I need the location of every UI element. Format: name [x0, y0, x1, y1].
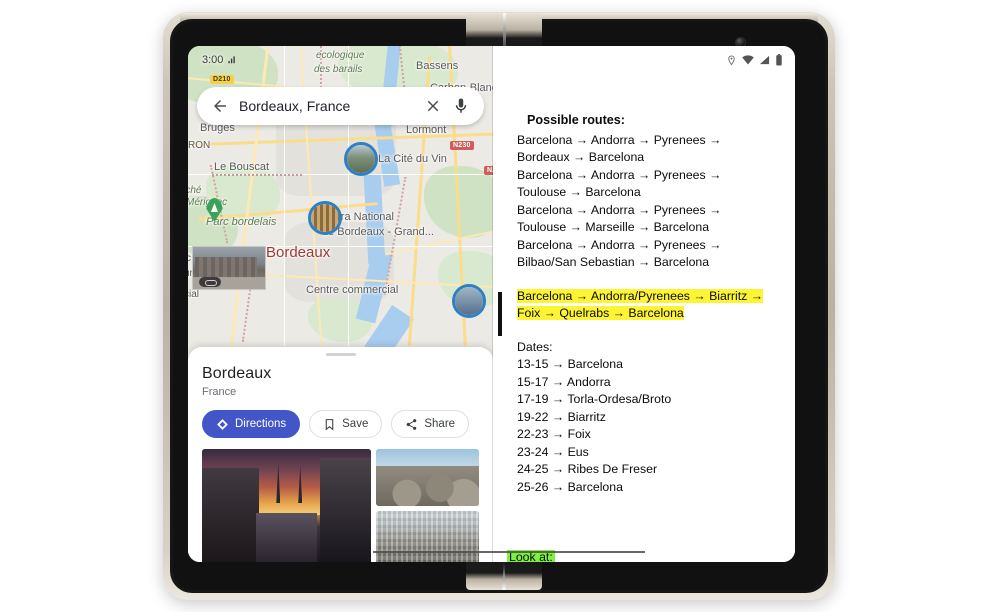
- highlighted-route-line: Foix → Quelrabs → Barcelona: [517, 305, 785, 323]
- map-label: rché: [188, 185, 202, 196]
- screenshot-root: ecologique des barails Bassens Carbon-Bl…: [0, 0, 997, 612]
- share-button[interactable]: Share: [391, 410, 470, 438]
- map-search-bar[interactable]: Bordeaux, France: [197, 87, 484, 125]
- back-arrow-icon[interactable]: [211, 97, 229, 115]
- directions-icon: [217, 418, 228, 430]
- map-label: ecologique: [316, 50, 365, 61]
- foldable-screen: ecologique des barails Bassens Carbon-Bl…: [188, 46, 795, 562]
- place-subtitle: France: [202, 386, 237, 398]
- route-line: Barcelona → Andorra → Pyrenees →: [517, 167, 722, 182]
- route-line: Toulouse → Barcelona: [517, 185, 641, 199]
- maps-pane[interactable]: ecologique des barails Bassens Carbon-Bl…: [188, 46, 493, 562]
- share-icon: [407, 418, 417, 430]
- place-title: Bordeaux: [202, 365, 272, 382]
- map-label: Le Bouscat: [214, 161, 270, 173]
- notes-pane[interactable]: Possible routes: Barcelona → Andorra → P…: [373, 46, 795, 562]
- route-line: Toulouse → Marseille → Barcelona: [517, 220, 710, 234]
- date-line: 22-23 → Foix: [517, 427, 591, 441]
- wifi-icon: [742, 55, 754, 65]
- screen-fold-crease: [373, 551, 645, 553]
- route-line: Barcelona → Andorra → Pyrenees →: [517, 202, 722, 217]
- date-line: 24-25 → Ribes De Freser: [517, 462, 658, 476]
- notes-content[interactable]: Possible routes: Barcelona → Andorra → P…: [503, 46, 785, 496]
- directions-button[interactable]: Directions: [202, 410, 301, 438]
- route-line: Barcelona → Andorra → Pyrenees →: [517, 237, 722, 252]
- route-line: Bilbao/San Sebastian → Barcelona: [517, 255, 710, 269]
- date-line: 25-26 → Barcelona: [517, 479, 623, 494]
- map-label: des barails: [314, 64, 363, 75]
- place-bottom-sheet[interactable]: Bordeaux France Directions Save Share: [188, 347, 493, 562]
- dates-heading: Dates:: [517, 339, 553, 354]
- microphone-icon[interactable]: [452, 97, 470, 115]
- date-line: 19-22 → Biarritz: [517, 409, 606, 424]
- bookmark-icon: [325, 418, 334, 431]
- route-line: Bordeaux → Barcelona: [517, 150, 645, 164]
- highlight-span: Foix → Quelrabs → Barcelona: [517, 306, 684, 320]
- share-label: Share: [424, 418, 456, 430]
- signal-icon: [228, 55, 236, 63]
- directions-label: Directions: [235, 418, 287, 430]
- location-icon: [728, 54, 735, 65]
- text-cursor: [498, 292, 502, 336]
- routes-heading: Possible routes:: [527, 113, 625, 127]
- map-label: cial: [188, 289, 200, 300]
- date-line: 13-15 → Barcelona: [517, 357, 623, 371]
- date-line: 17-19 → Torla-Ordesa/Broto: [517, 392, 672, 406]
- photo-cityscape[interactable]: [375, 510, 479, 562]
- search-input[interactable]: Bordeaux, France: [239, 98, 414, 114]
- route-line: Barcelona → Andorra → Pyrenees →: [517, 132, 722, 147]
- poi-cite-du-vin[interactable]: [344, 142, 378, 176]
- poi-opera-national[interactable]: [308, 201, 342, 235]
- save-label: Save: [342, 418, 369, 430]
- map-label: Bassens: [416, 60, 459, 72]
- map-label: RON: [188, 140, 211, 151]
- sheet-grabber[interactable]: [325, 353, 356, 356]
- battery-icon: [776, 54, 782, 66]
- status-time: 3:00: [202, 54, 224, 66]
- highlight-span: Barcelona → Andorra/Pyrenees → Biarritz …: [517, 288, 764, 303]
- notes-status-bar: [726, 54, 783, 66]
- signal-icon: [759, 55, 770, 64]
- map-label: Lormont: [406, 124, 447, 136]
- photo-girondins-monument[interactable]: [375, 449, 479, 506]
- photo-cathedral-sunset[interactable]: [202, 449, 371, 562]
- map-label: La Cité du Vin: [378, 153, 447, 165]
- highway-badge: N230: [450, 141, 474, 150]
- map-label: Centre commercial: [306, 284, 399, 296]
- map-label-city: Bordeaux: [266, 244, 331, 261]
- date-line: 23-24 → Eus: [517, 444, 589, 459]
- street-view-thumbnail[interactable]: [192, 246, 266, 290]
- photo-side-column: [375, 449, 479, 562]
- date-line: 15-17 → Andorra: [517, 374, 611, 389]
- save-button[interactable]: Save: [309, 410, 383, 438]
- place-actions: Directions Save Share: [202, 410, 479, 438]
- place-photo-grid[interactable]: [202, 449, 479, 562]
- poi-centre-commercial[interactable]: [452, 284, 486, 318]
- highway-badge: D210: [210, 75, 234, 84]
- close-icon[interactable]: [424, 97, 442, 115]
- highlighted-route-line: Barcelona → Andorra/Pyrenees → Biarritz …: [517, 288, 785, 306]
- map-status-bar: 3:00: [202, 54, 238, 66]
